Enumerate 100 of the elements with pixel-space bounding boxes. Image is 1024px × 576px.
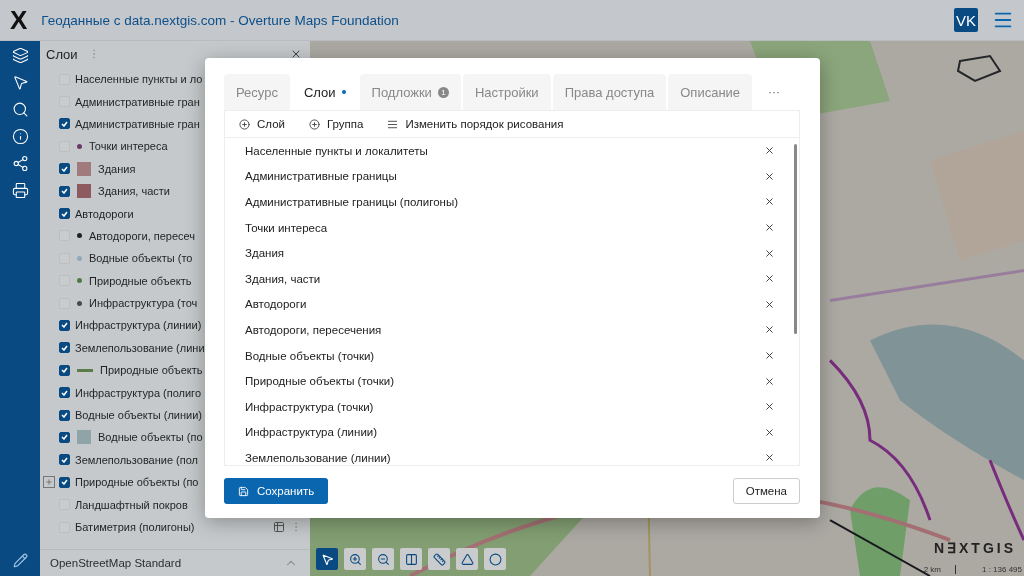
remove-icon[interactable]	[764, 324, 775, 336]
layer-label[interactable]: Автодороги	[75, 207, 134, 220]
table-icon[interactable]	[273, 521, 285, 533]
pointer-icon[interactable]	[11, 74, 29, 91]
remove-icon[interactable]	[764, 247, 775, 259]
printer-icon[interactable]	[11, 182, 29, 199]
remove-icon[interactable]	[764, 350, 775, 362]
map-logo: N∃XTGIS	[933, 540, 1016, 556]
layer-label[interactable]: Водные объекты (по	[98, 431, 203, 444]
layer-label[interactable]: Инфраструктура (полиго	[75, 386, 201, 399]
panel-title: Слои	[46, 46, 78, 62]
area-measure-icon	[460, 552, 474, 566]
layers-icon[interactable]	[11, 47, 29, 64]
basemap-label[interactable]: OpenStreetMap Standard	[50, 557, 182, 569]
remove-icon[interactable]	[764, 145, 775, 157]
remove-icon[interactable]	[764, 426, 775, 438]
layer-name: Автодороги	[245, 298, 307, 311]
plus-circle-icon	[308, 118, 320, 130]
plus-icon	[45, 478, 53, 487]
remove-icon[interactable]	[764, 401, 775, 413]
layer-label[interactable]: Инфраструктура (линии)	[75, 319, 202, 332]
layer-checkbox[interactable]	[59, 454, 70, 466]
swipe-icon	[404, 552, 418, 566]
layer-checkbox[interactable]	[59, 163, 70, 175]
zoom-out-button[interactable]	[372, 548, 394, 570]
remove-icon[interactable]	[764, 222, 775, 234]
pointer-tool-icon	[320, 552, 334, 566]
close-icon[interactable]	[290, 48, 302, 60]
layer-label[interactable]: Населенные пункты и ло	[75, 73, 203, 86]
layer-name: Инфраструктура (точки)	[245, 400, 374, 413]
remove-icon[interactable]	[764, 452, 775, 464]
layer-name: Водные объекты (точки)	[245, 349, 375, 362]
layer-label[interactable]: Здания, части	[98, 185, 170, 198]
remove-icon[interactable]	[764, 375, 775, 387]
layer-label[interactable]: Природные объекты (по	[75, 476, 199, 489]
layer-label[interactable]: Автодороги, пересеч	[89, 229, 196, 242]
scale-bar: 2 km	[923, 565, 956, 574]
pencil-icon[interactable]	[12, 553, 28, 568]
locate-icon	[488, 552, 502, 566]
info-icon[interactable]	[11, 128, 29, 145]
layer-checkbox[interactable]	[59, 387, 70, 399]
remove-icon[interactable]	[764, 273, 775, 285]
layer-label[interactable]: Административные гран	[75, 95, 200, 108]
layer-label[interactable]: Землепользование (лини	[75, 341, 205, 354]
layer-checkbox[interactable]	[59, 476, 70, 488]
layer-checkbox[interactable]	[59, 342, 70, 354]
zoom-in-button[interactable]	[344, 548, 366, 570]
expand-toggle[interactable]	[43, 476, 55, 489]
layer-label[interactable]: Инфраструктура (точ	[89, 297, 198, 310]
layer-checkbox[interactable]	[59, 320, 70, 331]
area-measure-button[interactable]	[456, 548, 478, 570]
save-icon	[238, 485, 249, 497]
dialog-tab[interactable]: Подложки 1	[359, 74, 461, 110]
layer-label[interactable]: Землепользование (пол	[75, 453, 199, 466]
layer-name: Здания	[245, 247, 285, 260]
layer-checkbox[interactable]	[59, 431, 70, 443]
ruler-button[interactable]	[428, 548, 450, 570]
layer-name: Здания, части	[245, 272, 321, 285]
zoom-out-icon	[376, 552, 390, 566]
scrollbar-thumb[interactable]	[793, 144, 797, 334]
save-button[interactable]: Сохранить	[224, 478, 329, 504]
layer-label[interactable]: Природные объекть	[89, 274, 192, 287]
toolbar-button[interactable]: Изменить порядок рисования	[387, 118, 564, 130]
toolbar-button[interactable]: Группа	[308, 118, 364, 130]
layer-name: Природные объекты (точки)	[245, 375, 394, 388]
layer-label[interactable]: Водные объекты (линии)	[75, 409, 203, 422]
plus-circle-icon	[239, 118, 250, 130]
layer-label[interactable]: Ландшафтный покров	[75, 498, 188, 511]
layer-name: Административные границы	[245, 170, 397, 183]
layer-name: Землепользование (линии)	[245, 451, 391, 464]
swipe-button[interactable]	[400, 548, 422, 570]
layer-label[interactable]: Батиметрия (полигоны)	[75, 521, 195, 533]
ruler-icon	[432, 552, 446, 566]
layer-name: Точки интереса	[245, 221, 328, 234]
app-logo[interactable]: X	[10, 4, 28, 36]
layer-checkbox[interactable]	[59, 185, 70, 197]
layer-checkbox[interactable]	[59, 364, 70, 376]
remove-icon[interactable]	[764, 196, 775, 208]
lines-icon	[387, 118, 399, 130]
remove-icon[interactable]	[764, 170, 775, 182]
search-icon[interactable]	[11, 101, 29, 118]
layer-name: Инфраструктура (линии)	[245, 426, 378, 439]
share-icon[interactable]	[11, 155, 29, 172]
layer-checkbox[interactable]	[59, 118, 70, 130]
layer-checkbox[interactable]	[59, 208, 70, 220]
pointer-tool-button[interactable]	[316, 548, 338, 570]
layer-name: Административные границы (полигоны)	[245, 196, 458, 208]
toolbar-button[interactable]: Слой	[239, 118, 285, 130]
layer-label[interactable]: Административные гран	[75, 117, 200, 130]
layer-checkbox[interactable]	[59, 409, 70, 421]
remove-icon[interactable]	[764, 298, 775, 310]
user-avatar[interactable]: VK	[954, 8, 978, 32]
layer-label[interactable]: Точки интереса	[89, 140, 168, 153]
layer-label[interactable]: Природные объекть	[100, 364, 203, 377]
layer-label[interactable]: Здания	[98, 162, 136, 175]
locate-button[interactable]	[484, 548, 506, 570]
page-title: Геоданные с data.nextgis.com - Overture Maps Foundation	[41, 12, 400, 28]
cancel-button[interactable]: Отмена	[732, 478, 800, 504]
layer-label[interactable]: Водные объекты (то	[89, 252, 193, 265]
count-badge: 1	[437, 86, 449, 98]
